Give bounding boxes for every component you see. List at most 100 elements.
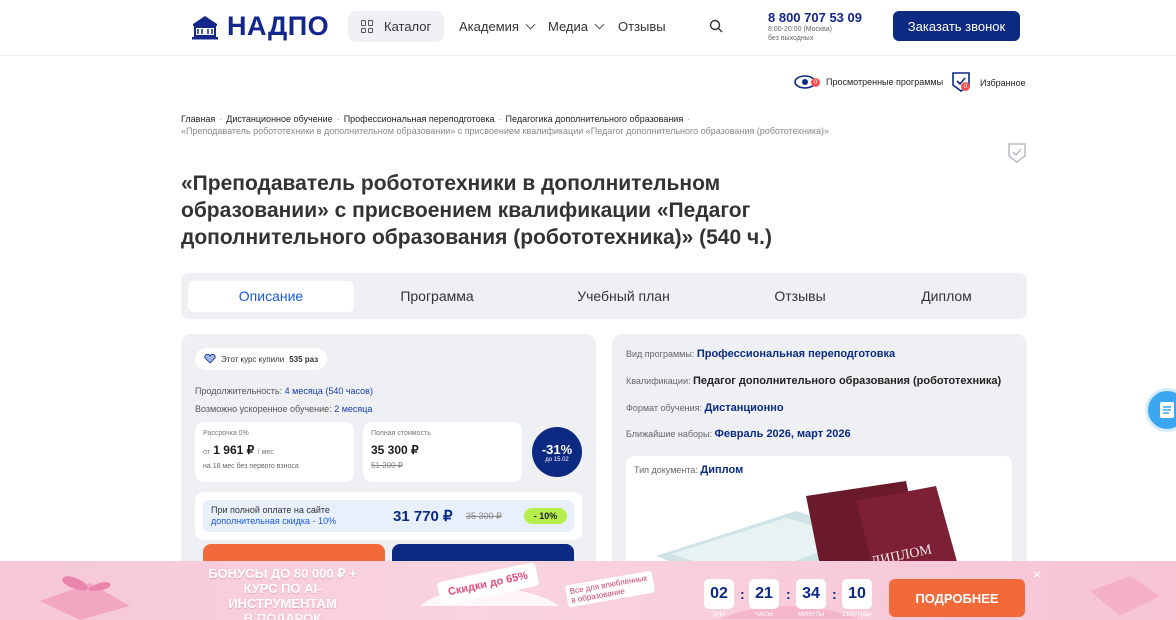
site-header: НАДПО Каталог Академия Медиа Отзывы 8 80…: [0, 0, 1176, 56]
installment-from: от: [203, 449, 210, 456]
nav-reviews[interactable]: Отзывы: [618, 19, 666, 34]
qualification-value: Педагог дополнительного образования (роб…: [693, 375, 1002, 387]
favorites-label: Избранное: [980, 78, 1026, 88]
purchases-badge: Этот курс купили 535 раз: [195, 348, 328, 370]
breadcrumb-distance[interactable]: Дистанционное обучение: [226, 114, 332, 124]
promo-title: БОНУСЫ ДО 80 000 ₽ + КУРС ПО AI-ИНСТРУМЕ…: [195, 566, 370, 620]
purchases-count: 535 раз: [289, 354, 319, 364]
chevron-down-icon: [525, 19, 536, 30]
promo-title-main: БОНУСЫ ДО 80 000 ₽ + КУРС ПО AI-ИНСТРУМЕ…: [208, 566, 357, 611]
format-value: Дистанционно: [704, 402, 784, 414]
breadcrumb-home[interactable]: Главная: [181, 114, 215, 124]
favorites-link[interactable]: 0 Избранное: [952, 72, 1026, 94]
viewed-count-badge: 0: [811, 78, 820, 87]
logo-emblem-icon: [192, 16, 218, 40]
start-dates-value: Февраль 2026, март 2026: [714, 428, 851, 440]
breadcrumb-pedagogy[interactable]: Педагогика дополнительного образования: [506, 114, 684, 124]
breadcrumb-current: «Преподаватель робототехники в дополните…: [181, 126, 830, 136]
tab-diploma[interactable]: Диплом: [873, 281, 1020, 312]
promo-title-tail: В ПОДАРОК: [243, 611, 322, 620]
fast-track-label: Возможно ускоренное обучение:: [195, 404, 332, 414]
nav-academy[interactable]: Академия: [459, 19, 536, 34]
timer-hours-label: ЧАСЫ: [755, 612, 773, 618]
course-tabs: Описание Программа Учебный план Отзывы Д…: [181, 273, 1027, 319]
full-payment-label: При полной оплате на сайте: [211, 505, 330, 515]
fast-track-value: 2 месяца: [334, 404, 373, 414]
start-dates-line: Ближайшие наборы: Февраль 2026, март 202…: [626, 428, 851, 440]
phone-days: без выходных: [768, 35, 814, 42]
chevron-down-icon: [594, 19, 605, 30]
timer-minutes: 34: [796, 579, 826, 609]
program-type-label: Вид программы:: [626, 349, 695, 359]
phone-hours: 8:00-20:00 (Москва): [768, 26, 832, 33]
installment-note: на 18 мес без первого взноса: [203, 463, 299, 470]
duration-value: 4 месяца (540 часов): [284, 386, 373, 396]
installment-card[interactable]: Рассрочка 0% от 1 961 ₽ / мес на 18 мес …: [195, 422, 354, 482]
full-payment-text: При полной оплате на сайте дополнительна…: [211, 505, 336, 527]
chat-widget-button[interactable]: [1145, 388, 1176, 432]
order-call-button[interactable]: Заказать звонок: [893, 11, 1020, 41]
full-payment-price: 31 770 ₽: [393, 508, 453, 525]
timer-seconds: 10: [842, 579, 872, 609]
timer-days-label: ДНИ: [712, 612, 726, 618]
timer-separator: :: [740, 586, 745, 602]
nav-media[interactable]: Медиа: [548, 19, 605, 34]
start-dates-label: Ближайшие наборы:: [626, 429, 713, 439]
installment-price-value: 1 961 ₽: [213, 443, 255, 457]
breadcrumb-retraining[interactable]: Профессиональная переподготовка: [344, 114, 495, 124]
viewed-programs-link[interactable]: 0 Просмотренные программы: [794, 72, 943, 92]
bookmark-shield-icon[interactable]: [1008, 143, 1026, 163]
tab-description[interactable]: Описание: [188, 280, 354, 312]
phone-block[interactable]: 8 800 707 53 09 8:00-20:00 (Москва) без …: [768, 10, 862, 43]
installment-unit: / мес: [257, 449, 274, 456]
format-line: Формат обучения: Дистанционно: [626, 402, 784, 414]
full-payment-discount-text: дополнительная скидка - 10%: [211, 516, 337, 526]
breadcrumb: Главная · Дистанционное обучение · Профессио…: [181, 113, 1041, 137]
qualification-label: Квалификации:: [626, 376, 691, 386]
installment-label: Рассрочка 0%: [203, 430, 249, 437]
favorites-count-badge: 0: [961, 82, 970, 91]
tab-curriculum[interactable]: Учебный план: [520, 281, 727, 312]
document-icon: [1160, 402, 1174, 418]
catalog-button[interactable]: Каталог: [348, 11, 444, 42]
full-price-card[interactable]: Полная стоимость 35 300 ₽ 51 200 ₽: [363, 422, 522, 482]
timer-minutes-label: МИНУТЫ: [797, 612, 825, 618]
eye-icon: 0: [794, 72, 820, 92]
discount-percent: -31%: [541, 441, 573, 457]
logo-text: НАДПО: [227, 10, 330, 41]
timer-separator: :: [832, 586, 837, 602]
full-price-label: Полная стоимость: [371, 430, 431, 437]
installment-price: от 1 961 ₽ / мес: [203, 443, 346, 457]
grid-icon: [361, 20, 374, 33]
duration-line: Продолжительность: 4 месяца (540 часов): [195, 386, 373, 396]
full-price-value: 35 300 ₽: [371, 443, 419, 457]
timer-separator: :: [786, 586, 791, 602]
program-type-value: Профессиональная переподготовка: [696, 348, 896, 360]
logo[interactable]: НАДПО: [189, 10, 329, 42]
promo-more-button[interactable]: ПОДРОБНЕЕ: [889, 579, 1025, 617]
fast-track-line: Возможно ускоренное обучение: 2 месяца: [195, 404, 372, 414]
discount-badge: -31% до 15.02: [532, 427, 582, 477]
discount-until: до 15.02: [545, 456, 569, 463]
timer-hours: 21: [749, 579, 779, 609]
phone-number[interactable]: 8 800 707 53 09: [768, 10, 862, 25]
qualification-line: Квалификации: Педагог дополнительного об…: [626, 375, 1001, 387]
full-price-old: 51 200 ₽: [371, 461, 403, 470]
full-payment-badge: - 10%: [524, 508, 567, 524]
nav-media-label: Медиа: [548, 19, 588, 34]
purchases-prefix: Этот курс купили: [221, 354, 285, 364]
tab-reviews[interactable]: Отзывы: [727, 281, 873, 312]
full-payment-offer: При полной оплате на сайте дополнительна…: [195, 492, 582, 540]
close-icon[interactable]: ×: [1033, 566, 1041, 582]
heart-icon: [204, 354, 216, 364]
catalog-label: Каталог: [384, 19, 432, 34]
format-label: Формат обучения:: [626, 403, 702, 413]
tab-program[interactable]: Программа: [354, 281, 520, 312]
search-icon[interactable]: [709, 19, 723, 33]
page-title: «Преподаватель робототехники в дополните…: [181, 172, 773, 249]
viewed-programs-label: Просмотренные программы: [826, 77, 944, 87]
timer-days: 02: [704, 579, 734, 609]
favorites-shield-icon: 0: [952, 72, 974, 94]
program-type-line: Вид программы: Профессиональная переподг…: [626, 348, 895, 360]
full-payment-old-price: 35 300 ₽: [466, 511, 502, 521]
